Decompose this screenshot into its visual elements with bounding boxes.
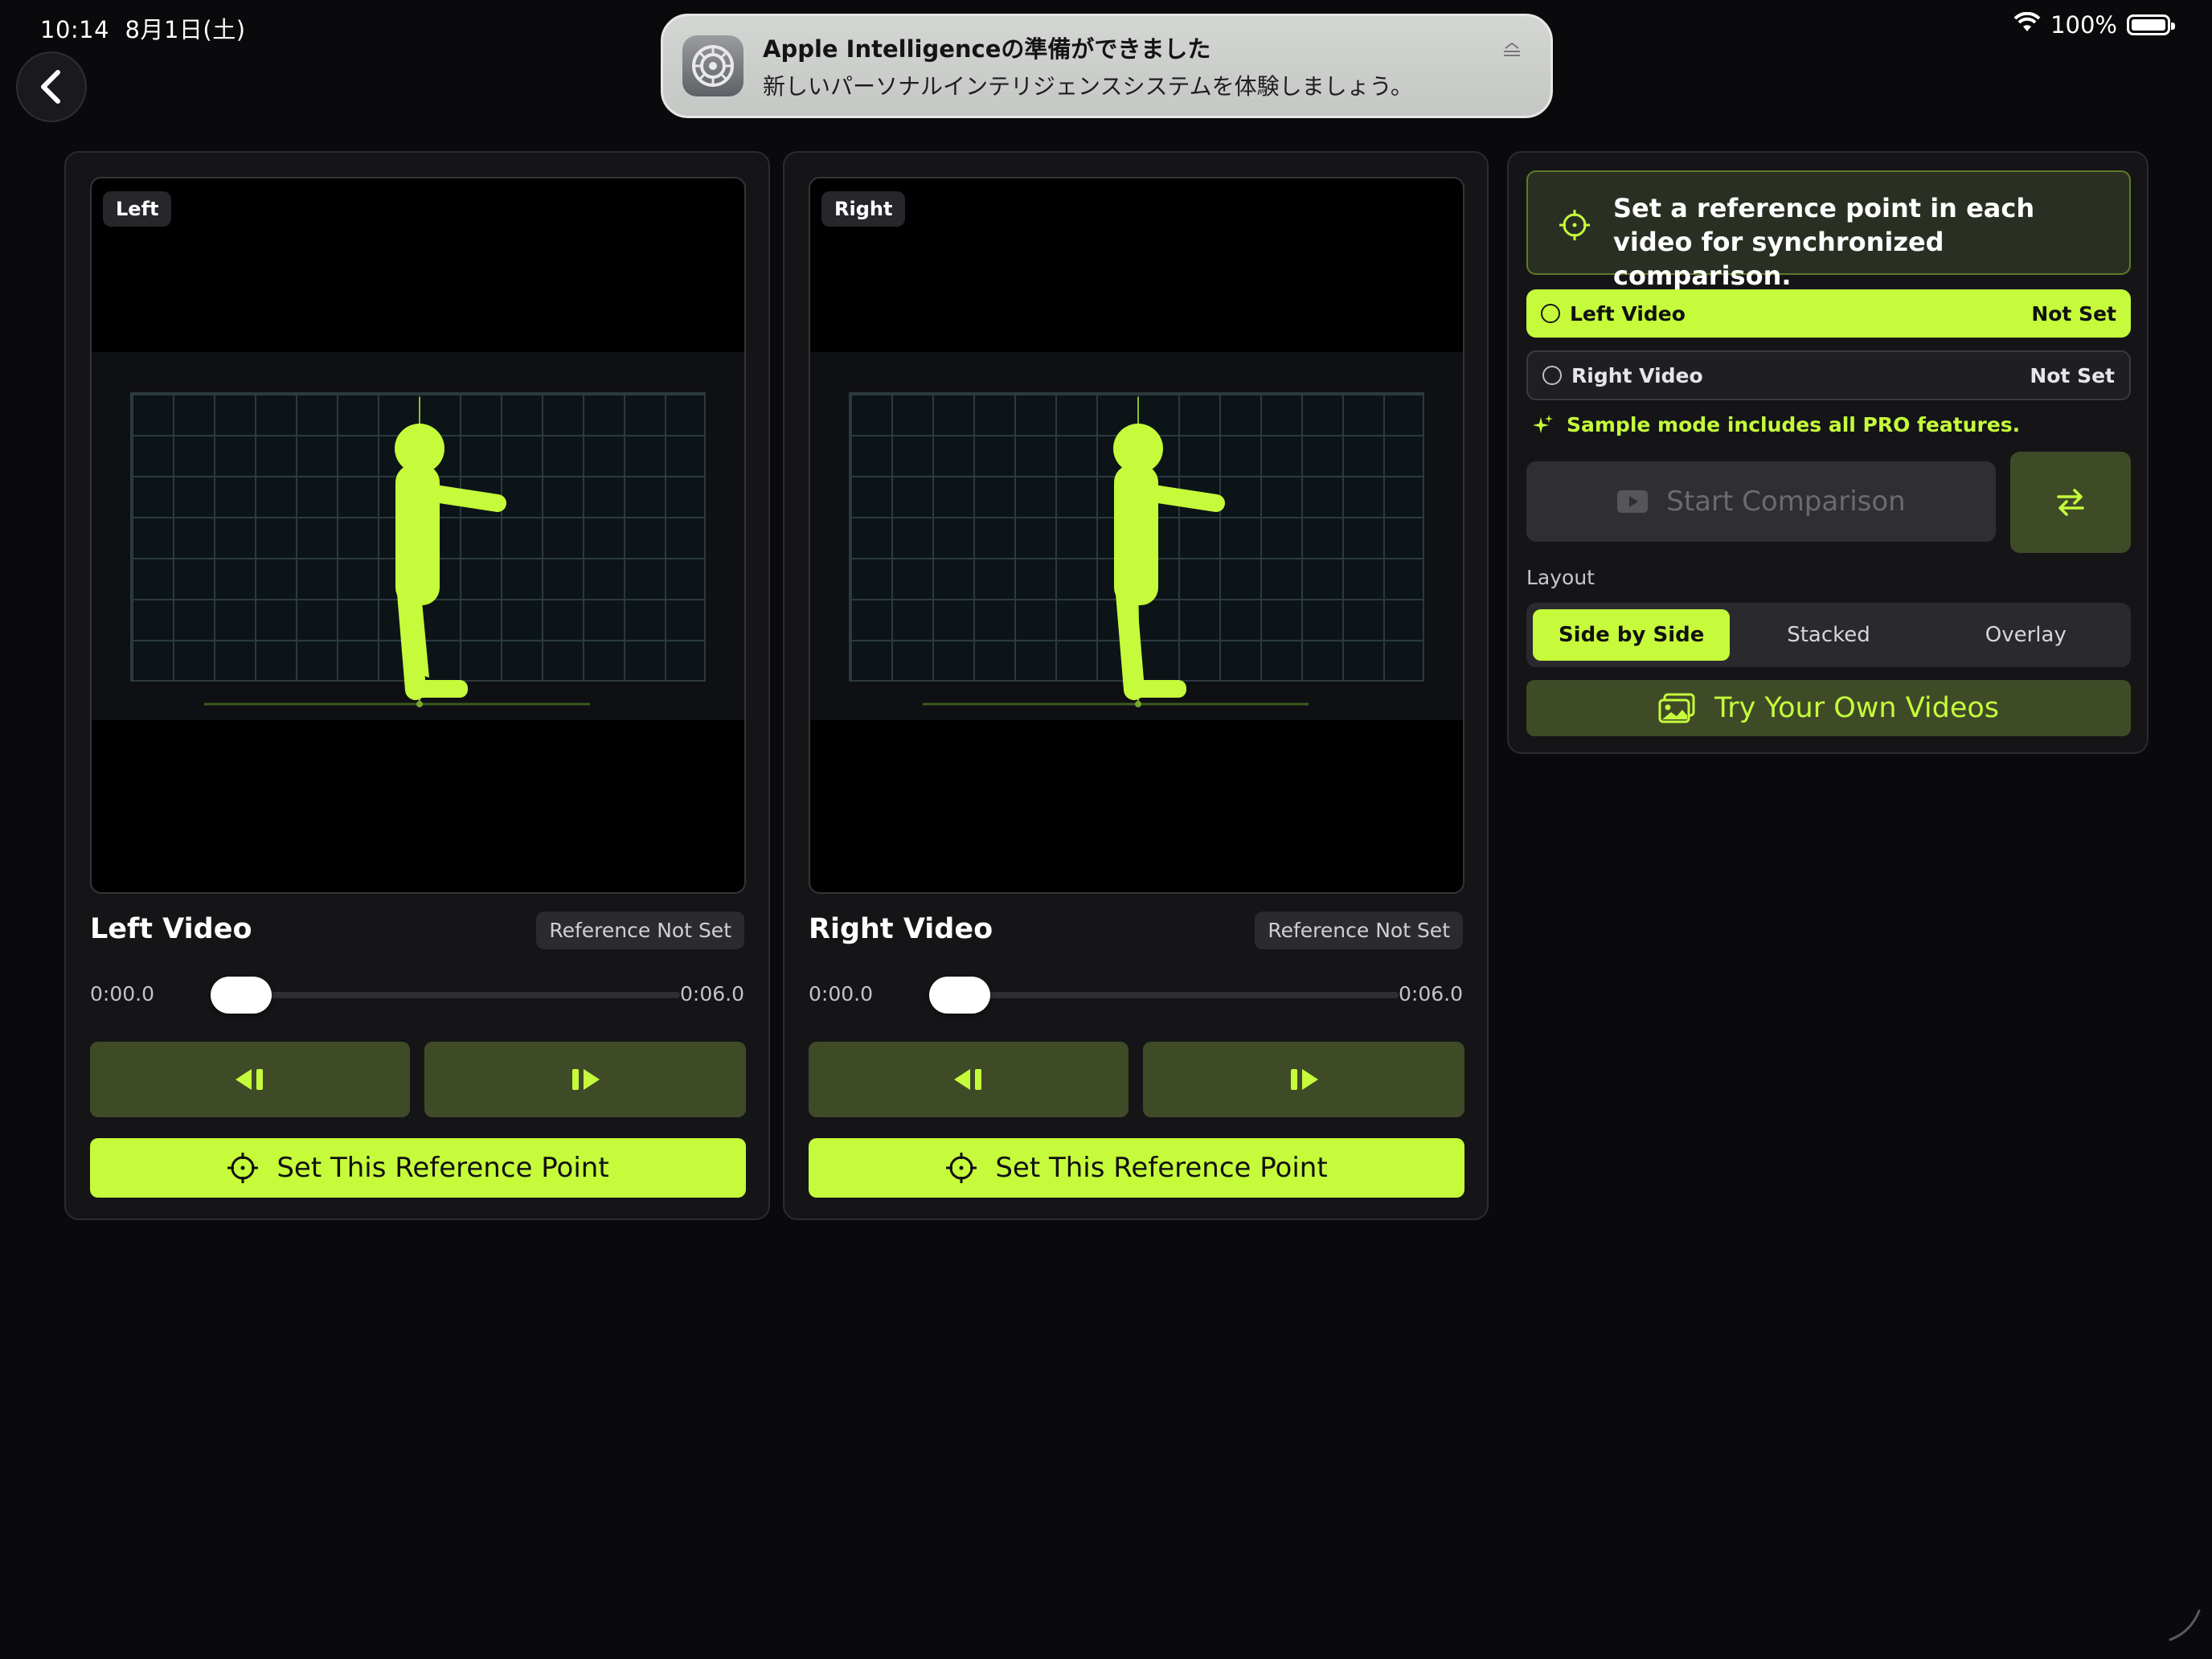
instruction-text: Set a reference point in each video for … (1613, 193, 2035, 291)
reference-status-badge: Reference Not Set (1255, 911, 1463, 949)
row-status: Not Set (2031, 301, 2116, 326)
time-start: 0:00.0 (90, 982, 154, 1006)
notification-title: Apple Intelligenceの準備ができました (763, 35, 1211, 63)
photo-stack-icon (1658, 693, 1695, 723)
play-rectangle-icon (1617, 490, 1649, 513)
set-reference-label: Set This Reference Point (995, 1152, 1328, 1184)
notification-body: 新しいパーソナルインテリジェンスシステムを体験しましょう。 (763, 73, 1413, 100)
corner-indicator-icon (2169, 1609, 2201, 1641)
step-backward-button[interactable] (90, 1042, 410, 1117)
sparkle-icon (1533, 414, 1553, 433)
expand-icon (1502, 40, 1522, 63)
set-reference-button[interactable]: Set This Reference Point (90, 1138, 746, 1198)
battery-percent: 100% (2050, 11, 2117, 39)
chevron-left-icon (41, 70, 60, 104)
step-backward-icon (236, 1069, 263, 1090)
start-comparison-button[interactable]: Start Comparison (1526, 461, 1996, 542)
notification-banner[interactable]: Apple Intelligenceの準備ができました 新しいパーソナルインテリ… (661, 14, 1553, 118)
step-backward-icon (954, 1069, 981, 1090)
sample-mode-note: Sample mode includes all PRO features. (1531, 413, 2020, 436)
try-own-videos-label: Try Your Own Videos (1714, 692, 2000, 724)
video-corner-tag: Right (821, 191, 906, 227)
battery-icon (2127, 14, 2175, 35)
time-end: 0:06.0 (1399, 982, 1463, 1006)
slider-thumb[interactable] (929, 977, 990, 1014)
right-video-player[interactable]: Right (809, 177, 1464, 894)
try-own-videos-button[interactable]: Try Your Own Videos (1526, 680, 2131, 736)
row-label: Right Video (1571, 363, 1703, 387)
video-stage (92, 352, 744, 720)
step-forward-icon (1291, 1069, 1318, 1090)
left-video-player[interactable]: Left (90, 177, 746, 894)
reference-status-badge: Reference Not Set (536, 911, 744, 949)
set-reference-label: Set This Reference Point (276, 1152, 609, 1184)
time-end: 0:06.0 (680, 982, 744, 1006)
step-forward-button[interactable] (1143, 1042, 1464, 1117)
step-forward-icon (572, 1069, 600, 1090)
row-label: Left Video (1570, 301, 1686, 326)
right-video-status-row[interactable]: Right Video Not Set (1526, 350, 2131, 400)
step-forward-button[interactable] (424, 1042, 746, 1117)
timeline-slider[interactable] (937, 992, 1399, 998)
status-time: 10:14 (40, 16, 110, 43)
time-start: 0:00.0 (809, 982, 873, 1006)
instruction-card: Set a reference point in each video for … (1526, 170, 2131, 291)
notification-text: Apple Intelligenceの準備ができました 新しいパーソナルインテリ… (763, 31, 1413, 101)
video-stage (810, 352, 1463, 720)
layout-option-stacked[interactable]: Stacked (1730, 609, 1927, 661)
sample-note-text: Sample mode includes all PRO features. (1567, 413, 2021, 436)
step-backward-button[interactable] (809, 1042, 1129, 1117)
layout-segmented-control: Side by Side Stacked Overlay (1526, 603, 2131, 667)
video-corner-tag: Left (103, 191, 172, 227)
back-button[interactable] (16, 51, 87, 122)
radio-circle-icon (1542, 366, 1562, 385)
status-bar-right: 100% (2013, 11, 2175, 39)
crosshair-icon (946, 1153, 977, 1183)
left-video-panel: Left Left Video Reference Not Set 0:00.0… (64, 151, 770, 1220)
timeline-slider[interactable] (219, 992, 680, 998)
wifi-icon (2013, 11, 2041, 39)
video-title: Left Video (90, 913, 252, 945)
stick-figure (923, 397, 1309, 707)
layout-option-side-by-side[interactable]: Side by Side (1533, 609, 1731, 661)
set-reference-button[interactable]: Set This Reference Point (809, 1138, 1464, 1198)
swap-videos-button[interactable] (2010, 452, 2131, 553)
status-bar-time: 10:14 8月1日(土) (40, 11, 246, 45)
comparison-control-panel: Set a reference point in each video for … (1507, 151, 2149, 754)
swap-arrows-icon (2057, 489, 2084, 516)
right-video-panel: Right Right Video Reference Not Set 0:00… (783, 151, 1489, 1220)
settings-gear-icon (682, 35, 743, 96)
stick-figure (204, 397, 590, 707)
status-date: 8月1日(土) (125, 16, 246, 43)
video-title: Right Video (809, 913, 993, 945)
row-status: Not Set (2030, 363, 2115, 387)
start-comparison-label: Start Comparison (1666, 485, 1906, 518)
slider-thumb[interactable] (211, 977, 272, 1014)
layout-label: Layout (1526, 566, 1595, 589)
crosshair-icon (227, 1153, 259, 1183)
crosshair-icon (1559, 210, 1590, 240)
radio-circle-icon (1541, 304, 1560, 323)
left-video-status-row[interactable]: Left Video Not Set (1526, 289, 2131, 338)
layout-option-overlay[interactable]: Overlay (1927, 609, 2124, 661)
